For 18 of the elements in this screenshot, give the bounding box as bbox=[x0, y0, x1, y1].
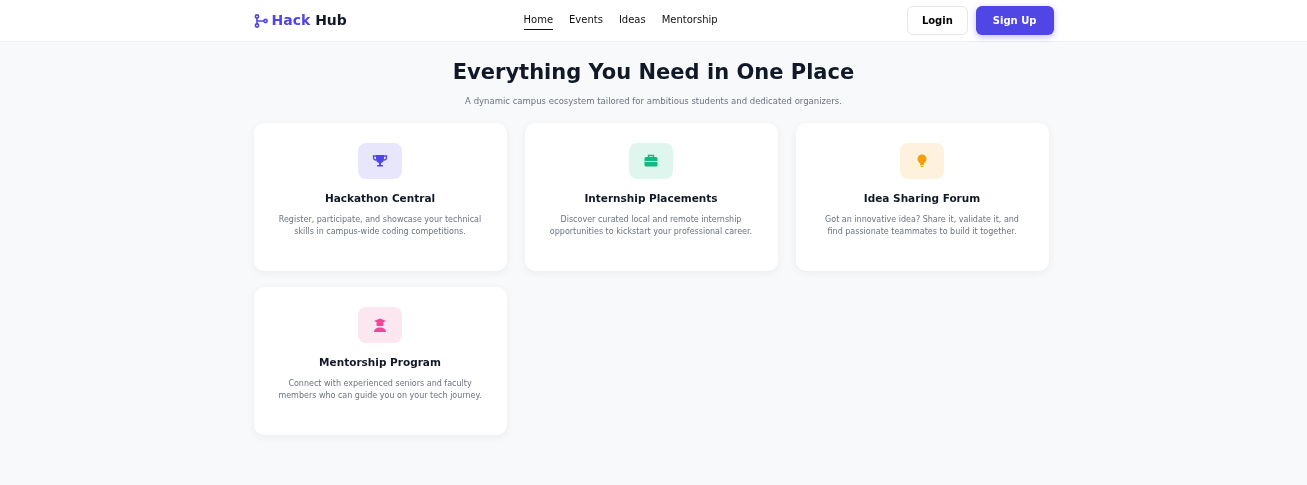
feature-title: Idea Sharing Forum bbox=[862, 190, 982, 206]
nav-link[interactable]: Ideas bbox=[618, 11, 646, 30]
feature-description: Register, participate, and showcase your technical skills in campus-wide coding competitions. bbox=[277, 213, 483, 239]
brand-logo[interactable]: Hack Hub bbox=[271, 10, 347, 31]
section-subtitle: A dynamic campus ecosystem tailored for ambitious students and dedicated organizers. bbox=[464, 95, 843, 108]
nav-link[interactable]: Home bbox=[523, 11, 554, 30]
section-title: Everything You Need in One Place bbox=[451, 60, 856, 86]
feature-title: Mentorship Program bbox=[318, 354, 442, 370]
sign-up-button[interactable]: Sign Up bbox=[975, 6, 1054, 35]
feature-description: Discover curated local and remote internship opportunities to kickstart your professional career. bbox=[548, 213, 754, 239]
nav-link[interactable]: Events bbox=[569, 11, 603, 30]
logo-icon bbox=[253, 13, 268, 28]
login-button[interactable]: Login bbox=[906, 6, 968, 35]
feature-description: Got an innovative idea? Share it, validate it, and find passionate teammates to build it together. bbox=[824, 213, 1020, 239]
feature-description: Connect with experienced seniors and faculty members who can guide you on your tech journey. bbox=[277, 377, 483, 403]
feature-title: Internship Placements bbox=[583, 190, 719, 206]
nav-link[interactable]: Mentorship bbox=[661, 11, 718, 30]
feature-title: Hackathon Central bbox=[323, 190, 437, 206]
